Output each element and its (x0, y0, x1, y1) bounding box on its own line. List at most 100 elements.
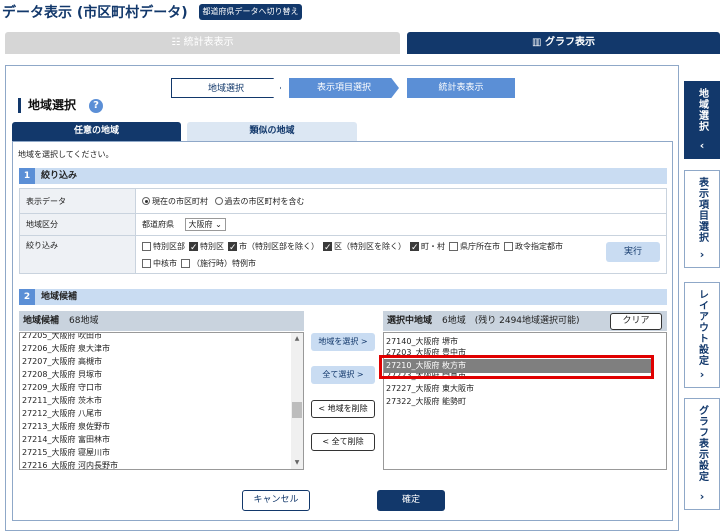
checkbox-label: 県庁所在市 (460, 242, 500, 251)
list-item[interactable]: 27227_大阪府 東大阪市 (384, 382, 654, 395)
checkbox-core-city[interactable]: 中核市 (142, 255, 177, 272)
switch-to-prefecture-button[interactable]: 都道府県データへ切り替え (199, 4, 302, 20)
selected-count: 6地域 (残り 2494地域選択可能) (442, 316, 580, 326)
section-number: 2 (19, 289, 35, 305)
list-item[interactable]: 27212_大阪府 八尾市 (20, 407, 292, 420)
scroll-down-icon[interactable]: ▼ (293, 459, 301, 466)
checkbox-special-ward-part[interactable]: 特別区部 (142, 238, 185, 255)
area-division-label: 地域区分 (19, 213, 136, 236)
list-icon: ☷ (171, 37, 184, 48)
tab-similar-area[interactable]: 類似の地域 (187, 122, 357, 141)
prefecture-select[interactable]: 大阪府 ⌄ (184, 218, 226, 231)
step-table-display: 統計表表示 (407, 78, 515, 98)
selected-list-title: 選択中地域 (387, 316, 433, 326)
tab-arbitrary-area[interactable]: 任意の地域 (12, 122, 181, 141)
prefecture-label: 都道府県 (142, 220, 174, 229)
list-item[interactable]: 27215_大阪府 寝屋川市 (20, 446, 292, 459)
section-label: 地域候補 (41, 292, 78, 302)
select-value: 大阪府 (188, 220, 213, 229)
section-title: 地域選択 (18, 98, 76, 113)
checkbox-off-icon (504, 242, 513, 251)
list-item[interactable]: 27209_大阪府 守口市 (20, 381, 292, 394)
list-item[interactable]: 27211_大阪府 茨木市 (20, 394, 292, 407)
add-area-button[interactable]: 地域を選択 > (311, 333, 375, 351)
radio-on-icon (142, 197, 150, 205)
checkbox-off-icon (142, 259, 151, 268)
side-nav-label: レイアウト設定 (696, 289, 708, 366)
checkbox-off-icon (142, 242, 151, 251)
checkbox-label: 特別区 (200, 242, 224, 251)
checkbox-city[interactable]: 市（特別区部を除く） (228, 238, 319, 257)
checkbox-off-icon (449, 242, 458, 251)
checkbox-label: 町・村 (421, 242, 445, 251)
scroll-thumb[interactable] (292, 402, 302, 418)
radio-label: 過去の市区町村を含む (224, 196, 305, 206)
filter-table: 表示データ 現在の市区町村 過去の市区町村を含む 地域区分 都道府県 大阪府 ⌄… (19, 188, 667, 274)
candidate-list-header: 地域候補 68地域 (19, 311, 304, 331)
checkbox-label: （施行時）特例市 (192, 259, 256, 268)
side-nav-graph-settings[interactable]: グラフ表示設定 › (684, 398, 720, 510)
help-icon[interactable]: ? (89, 99, 103, 113)
side-nav-item-selection[interactable]: 表示項目選択 › (684, 170, 720, 268)
checkbox-label: 政令指定都市 (515, 242, 563, 251)
run-button[interactable]: 実行 (606, 242, 660, 262)
clear-button[interactable]: クリア (610, 313, 662, 330)
chevron-right-icon: › (699, 248, 705, 261)
checkbox-off-icon (181, 259, 190, 268)
list-item[interactable]: 27214_大阪府 富田林市 (20, 433, 292, 446)
checkbox-on-icon (410, 240, 419, 257)
list-item[interactable]: 27140_大阪府 堺市 (384, 335, 654, 348)
checkbox-town-village[interactable]: 町・村 (410, 238, 445, 257)
list-item[interactable]: 27213_大阪府 泉佐野市 (20, 420, 292, 433)
checkbox-ward[interactable]: 区（特別区を除く） (323, 238, 406, 257)
remove-area-button[interactable]: < 地域を削除 (311, 400, 375, 418)
side-nav-label: 地域選択 (696, 88, 708, 132)
tab-statistics-table[interactable]: ☷ 統計表表示 (5, 32, 400, 54)
candidate-list[interactable]: 27205_大阪府 吹田市 27206_大阪府 泉大津市 27207_大阪府 高… (19, 332, 304, 470)
checkbox-on-icon (228, 240, 237, 257)
scroll-up-icon[interactable]: ▲ (293, 335, 301, 342)
candidates-section-header: 2 地域候補 (19, 289, 667, 305)
list-item[interactable]: 27208_大阪府 貝塚市 (20, 368, 292, 381)
checkbox-special-ward[interactable]: 特別区 (189, 238, 224, 257)
instruction-text: 地域を選択してください。 (18, 150, 114, 159)
list-item[interactable]: 27206_大阪府 泉大津市 (20, 342, 292, 355)
checkbox-label: 市（特別区部を除く） (239, 242, 319, 251)
candidate-scrollbar[interactable] (291, 333, 303, 469)
checkbox-prefectural-capital[interactable]: 県庁所在市 (449, 238, 500, 255)
list-item[interactable]: 27216_大阪府 河内長野市 (20, 459, 292, 469)
side-nav-layout-settings[interactable]: レイアウト設定 › (684, 282, 720, 388)
checkbox-label: 中核市 (153, 259, 177, 268)
checkbox-designated-city[interactable]: 政令指定都市 (504, 238, 563, 255)
cancel-button[interactable]: キャンセル (242, 490, 310, 511)
checkbox-special-city[interactable]: （施行時）特例市 (181, 255, 256, 272)
checkbox-on-icon (189, 240, 198, 257)
filter-section-header: 1 絞り込み (19, 168, 667, 184)
candidate-list-title: 地域候補 (23, 316, 60, 326)
side-nav-label: グラフ表示設定 (696, 405, 708, 482)
confirm-button[interactable]: 確定 (377, 490, 445, 511)
tab-graph[interactable]: ▥ グラフ表示 (407, 32, 720, 54)
step-area-selection: 地域選択 (171, 78, 281, 98)
radio-include-past[interactable]: 過去の市区町村を含む (214, 196, 305, 207)
bar-chart-icon: ▥ (532, 37, 545, 48)
checkbox-on-icon (323, 240, 332, 257)
side-nav-label: 表示項目選択 (696, 177, 708, 243)
candidate-count: 68地域 (69, 316, 99, 326)
checkbox-label: 区（特別区を除く） (334, 242, 406, 251)
list-item[interactable]: 27207_大阪府 高槻市 (20, 355, 292, 368)
remove-all-button[interactable]: < 全て削除 (311, 433, 375, 451)
selected-list[interactable]: 27140_大阪府 堺市 27203_大阪府 豊中市 27210_大阪府 枚方市… (383, 332, 667, 470)
tab-label: グラフ表示 (544, 37, 595, 48)
add-all-button[interactable]: 全て選択 > (311, 366, 375, 384)
list-item[interactable]: 27205_大阪府 吹田市 (20, 333, 292, 342)
checkbox-label: 特別区部 (153, 242, 185, 251)
page-title: データ表示 (市区町村データ) (2, 5, 188, 21)
chevron-right-icon: › (699, 490, 705, 503)
narrow-label: 絞り込み (19, 235, 136, 274)
chevron-left-icon: ‹ (699, 139, 705, 152)
display-data-label: 表示データ (19, 188, 136, 214)
list-item[interactable]: 27322_大阪府 能勢町 (384, 395, 654, 408)
radio-current-municipality[interactable]: 現在の市区町村 (142, 196, 208, 207)
side-nav-area-selection[interactable]: 地域選択 ‹ (684, 81, 720, 159)
